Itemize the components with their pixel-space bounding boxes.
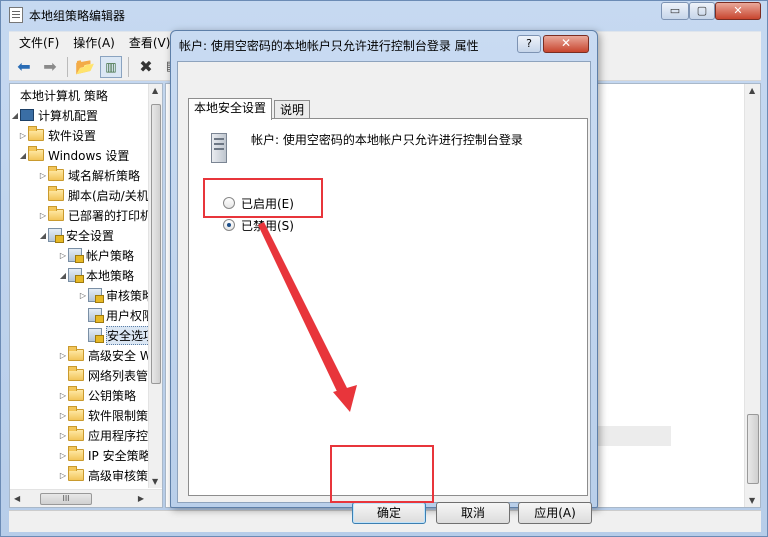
tab-local-security-setting[interactable]: 本地安全设置: [188, 98, 273, 120]
annotation-arrow-icon: [258, 222, 357, 412]
